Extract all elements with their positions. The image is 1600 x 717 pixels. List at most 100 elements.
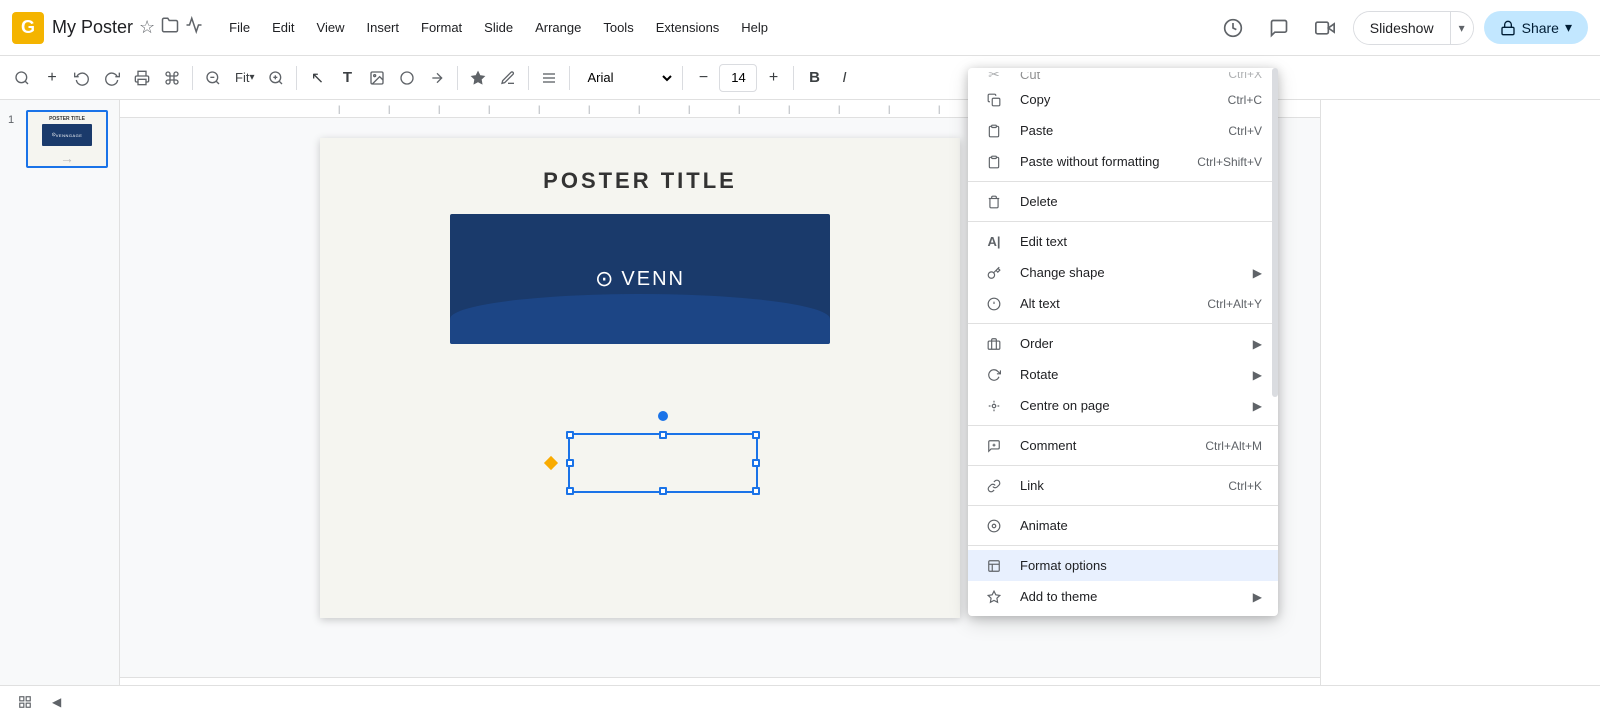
handle-middle-right[interactable] <box>752 459 760 467</box>
paste-label: Paste <box>1020 123 1212 138</box>
menu-tools[interactable]: Tools <box>593 14 643 41</box>
menu-format[interactable]: Format <box>411 14 472 41</box>
ctx-item-copy[interactable]: Copy Ctrl+C <box>968 84 1278 115</box>
ctx-item-paste-no-format[interactable]: Paste without formatting Ctrl+Shift+V <box>968 146 1278 177</box>
handle-bottom-middle[interactable] <box>659 487 667 495</box>
ctx-item-add-to-theme[interactable]: Add to theme ▶ <box>968 581 1278 612</box>
ctx-item-paste[interactable]: Paste Ctrl+V <box>968 115 1278 146</box>
fit-btn[interactable]: Fit ▾ <box>229 63 260 93</box>
handle-bottom-right[interactable] <box>752 487 760 495</box>
menu-insert[interactable]: Insert <box>356 14 409 41</box>
cut-icon: ✂ <box>984 72 1004 83</box>
folder-icon[interactable] <box>161 16 179 39</box>
ctx-item-comment[interactable]: Comment Ctrl+Alt+M <box>968 430 1278 461</box>
ctx-item-change-shape[interactable]: Change shape ▶ <box>968 257 1278 288</box>
ctx-item-delete[interactable]: Delete <box>968 186 1278 217</box>
menu-slide[interactable]: Slide <box>474 14 523 41</box>
line-btn[interactable] <box>423 63 451 93</box>
version-history-btn[interactable] <box>1215 10 1251 46</box>
fill-color-btn[interactable] <box>464 63 492 93</box>
handle-top-right[interactable] <box>752 431 760 439</box>
slides-panel: 1 POSTER TITLE ⊙ VENNGAGE → <box>0 100 120 717</box>
format-options-icon <box>984 559 1004 573</box>
grid-view-btn[interactable] <box>12 690 38 714</box>
comments-btn[interactable] <box>1261 10 1297 46</box>
change-shape-icon <box>984 266 1004 280</box>
divider-7 <box>968 545 1278 546</box>
comment-icon <box>984 439 1004 453</box>
collapse-panel-btn[interactable]: ◀ <box>46 690 67 714</box>
thumb-title-text: POSTER TITLE <box>49 116 85 122</box>
shape-btn[interactable] <box>393 63 421 93</box>
ctx-item-centre-on-page[interactable]: Centre on page ▶ <box>968 390 1278 421</box>
rotation-handle[interactable] <box>658 411 668 421</box>
handle-middle-left[interactable] <box>566 459 574 467</box>
ctx-item-animate[interactable]: Animate <box>968 510 1278 541</box>
copy-label: Copy <box>1020 92 1212 107</box>
add-btn[interactable]: + <box>38 63 66 93</box>
yellow-handle[interactable] <box>544 456 558 470</box>
slide-thumbnail[interactable]: POSTER TITLE ⊙ VENNGAGE → <box>26 110 108 168</box>
context-menu-scrollbar[interactable] <box>1272 68 1278 616</box>
align-btn[interactable] <box>535 63 563 93</box>
sep2 <box>296 66 297 90</box>
bold-btn[interactable]: B <box>800 63 828 93</box>
slideshow-arrow[interactable]: ▾ <box>1451 13 1473 43</box>
ctx-item-order[interactable]: Order ▶ <box>968 328 1278 359</box>
sep7 <box>793 66 794 90</box>
text-btn[interactable]: T <box>333 63 361 93</box>
ctx-item-alt-text[interactable]: Alt text Ctrl+Alt+Y <box>968 288 1278 319</box>
menu-edit[interactable]: Edit <box>262 14 304 41</box>
order-label: Order <box>1020 336 1229 351</box>
font-size-increase-btn[interactable]: + <box>759 63 787 93</box>
divider-4 <box>968 425 1278 426</box>
menu-file[interactable]: File <box>219 14 260 41</box>
star-icon[interactable]: ☆ <box>139 17 155 38</box>
menu-help[interactable]: Help <box>731 14 778 41</box>
alt-text-icon <box>984 297 1004 311</box>
sep3 <box>457 66 458 90</box>
ctx-item-format-options[interactable]: Format options <box>968 550 1278 581</box>
handle-bottom-left[interactable] <box>566 487 574 495</box>
ctx-item-rotate[interactable]: Rotate ▶ <box>968 359 1278 390</box>
delete-label: Delete <box>1020 194 1262 209</box>
font-name-select[interactable]: Arial <box>576 64 676 92</box>
link-shortcut: Ctrl+K <box>1228 479 1262 493</box>
font-size-input[interactable] <box>719 64 757 92</box>
doc-title-area: My Poster ☆ <box>52 16 203 39</box>
toolbar: + Fit ▾ ↖ T Arial <box>0 56 1600 100</box>
zoom-plus-btn[interactable] <box>262 63 290 93</box>
image-btn[interactable] <box>363 63 391 93</box>
main-area: 1 POSTER TITLE ⊙ VENNGAGE → | | | | | | … <box>0 100 1600 717</box>
pen-btn[interactable] <box>494 63 522 93</box>
divider-3 <box>968 323 1278 324</box>
format-paint-btn[interactable] <box>158 63 186 93</box>
slideshow-button[interactable]: Slideshow ▾ <box>1353 11 1474 45</box>
menu-view[interactable]: View <box>307 14 355 41</box>
app-bar: G My Poster ☆ File Edit View Insert Form… <box>0 0 1600 56</box>
italic-btn[interactable]: I <box>830 63 858 93</box>
menu-arrange[interactable]: Arrange <box>525 14 591 41</box>
zoom-minus-btn[interactable] <box>199 63 227 93</box>
slideshow-label[interactable]: Slideshow <box>1354 12 1451 44</box>
handle-top-middle[interactable] <box>659 431 667 439</box>
meet-btn[interactable] <box>1307 10 1343 46</box>
menu-extensions[interactable]: Extensions <box>646 14 730 41</box>
poster-title: POSTER TITLE <box>320 138 960 194</box>
font-size-decrease-btn[interactable]: − <box>689 63 717 93</box>
cloud-save-icon[interactable] <box>185 16 203 39</box>
selection-box[interactable] <box>568 433 758 493</box>
redo-btn[interactable] <box>98 63 126 93</box>
cursor-btn[interactable]: ↖ <box>303 63 331 93</box>
share-arrow[interactable]: ▾ <box>1565 19 1572 36</box>
share-button[interactable]: Share ▾ <box>1484 11 1588 44</box>
print-btn[interactable] <box>128 63 156 93</box>
search-btn[interactable] <box>8 63 36 93</box>
ctx-item-edit-text[interactable]: A| Edit text <box>968 226 1278 257</box>
menu-bar: File Edit View Insert Format Slide Arran… <box>219 14 778 41</box>
ctx-item-link[interactable]: Link Ctrl+K <box>968 470 1278 501</box>
ctx-item-cut[interactable]: ✂ Cut Ctrl+X <box>968 72 1278 84</box>
undo-btn[interactable] <box>68 63 96 93</box>
handle-top-left[interactable] <box>566 431 574 439</box>
paste-no-format-shortcut: Ctrl+Shift+V <box>1197 155 1262 169</box>
